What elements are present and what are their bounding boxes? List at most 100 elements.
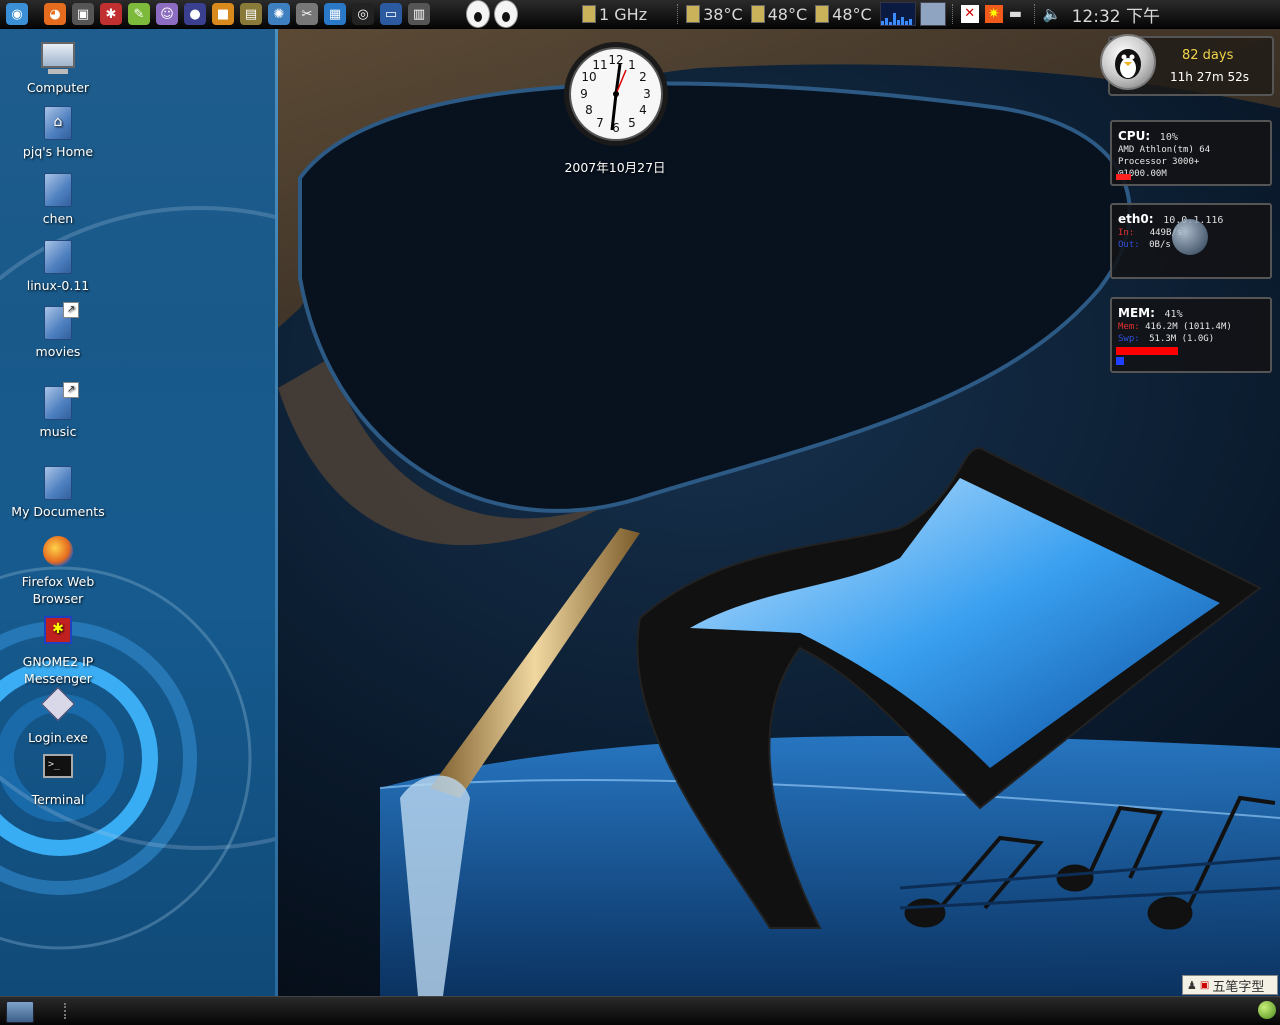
cpu-monitor: CPU: 10% AMD Athlon(tm) 64 Processor 300… xyxy=(1110,120,1272,186)
pidgin-icon[interactable]: ☺ xyxy=(156,3,178,25)
show-desktop-button[interactable] xyxy=(6,1001,34,1023)
home-folder-icon: ⌂ xyxy=(41,106,75,140)
svg-text:7: 7 xyxy=(596,116,604,130)
input-method-indicator[interactable]: ♟ ▣ 五笔字型 xyxy=(1182,975,1278,995)
panel-separator xyxy=(677,4,680,24)
svg-text:4: 4 xyxy=(639,103,647,117)
folder-icon xyxy=(41,173,75,207)
update-notifier-icon[interactable]: ✷ xyxy=(984,5,1003,23)
folder-icon xyxy=(41,240,75,274)
system-monitor-graph[interactable] xyxy=(879,2,916,26)
desktop-icon-pjq-s-home[interactable]: ⌂ pjq's Home xyxy=(6,106,110,160)
desktop-icon-my-documents[interactable]: My Documents xyxy=(6,466,110,520)
desktop-icon-label: music xyxy=(39,424,77,439)
cpu-model-line2: Processor 3000+ xyxy=(1118,157,1200,167)
desktop-icon-chen[interactable]: chen xyxy=(6,173,110,227)
net-out-value: 0B/s xyxy=(1149,240,1171,250)
close-tray-icon[interactable]: ✕ xyxy=(960,5,979,23)
desktop-icon-movies[interactable]: ↗ movies xyxy=(6,302,110,360)
desktop-icon-computer[interactable]: Computer xyxy=(6,40,110,96)
net-label: eth0: xyxy=(1118,212,1154,226)
swap-value: 51.3M (1.0G) xyxy=(1149,334,1215,344)
mem-usage-bar xyxy=(1116,347,1266,355)
svg-text:1: 1 xyxy=(628,58,636,72)
desktop-icon-music[interactable]: ↗ music xyxy=(6,382,110,440)
desktop-icon-label: My Documents xyxy=(11,504,105,519)
globe-icon xyxy=(1172,219,1208,255)
folder-link-icon: ↗ xyxy=(41,302,79,340)
firefox-icon[interactable]: ◕ xyxy=(44,3,66,25)
panel-handle[interactable] xyxy=(64,1003,70,1019)
svg-text:8: 8 xyxy=(585,103,593,117)
net-out-label: Out: xyxy=(1118,240,1140,250)
svg-text:11: 11 xyxy=(592,58,607,72)
desktop-icon-label: GNOME2 IP Messenger xyxy=(22,654,94,686)
svg-text:3: 3 xyxy=(643,87,651,101)
swap-label: Swp: xyxy=(1118,334,1140,344)
svg-text:9: 9 xyxy=(580,87,588,101)
bottom-panel xyxy=(0,996,1280,1025)
clock-face: 12 12 345 678 91011 xyxy=(564,42,668,146)
cpu-chip-icon xyxy=(582,5,596,23)
desktop-icon-terminal[interactable]: >_ Terminal xyxy=(6,750,110,808)
temp-2: 48°C xyxy=(767,4,808,24)
temp-3: 48°C xyxy=(832,4,872,24)
clock-date: 2007年10月27日 xyxy=(564,160,666,175)
cpu-freq-applet[interactable]: 1 GHz xyxy=(582,5,647,24)
desktop-icon-label: chen xyxy=(42,211,74,226)
terminal-icon[interactable]: ▣ xyxy=(72,3,94,25)
mem-label: MEM: xyxy=(1118,306,1155,320)
desktop-icon-firefox-web-browser[interactable]: Firefox Web Browser xyxy=(6,536,110,607)
trash-icon[interactable] xyxy=(1258,1001,1276,1019)
net-in-label: In: xyxy=(1118,228,1135,238)
network-icon[interactable]: ▥ xyxy=(408,3,430,25)
swap-usage-bar xyxy=(1116,357,1124,365)
top-panel: ◉ ◕ ▣ ✱ ✎ ☺ ● ■ ▤ ✺ ✂ ▦ ◎ ▭ ▥ 1 GHz 38°C 48°C 48°C ✕ ✷… xyxy=(0,0,1280,29)
paint-icon[interactable]: ✎ xyxy=(128,3,150,25)
desktop-icon-login-exe[interactable]: Login.exe xyxy=(6,686,110,746)
settings-icon[interactable]: ✺ xyxy=(268,3,290,25)
temperature-applet[interactable]: 38°C 48°C 48°C xyxy=(686,5,872,24)
right-eye-icon xyxy=(494,0,518,28)
main-menu-icon[interactable]: ◉ xyxy=(6,3,28,25)
camera-icon[interactable]: ◎ xyxy=(352,3,374,25)
cpu-value: 10% xyxy=(1159,132,1178,143)
panel-clock[interactable]: 12:32 下午 xyxy=(1072,2,1160,27)
monitor-icon[interactable]: ▦ xyxy=(324,3,346,25)
temp-chip-icon xyxy=(686,5,701,23)
eclipse-icon[interactable]: ● xyxy=(184,3,206,25)
input-method-name: 五笔字型 xyxy=(1212,979,1265,995)
desktop-icon-label: Firefox Web Browser xyxy=(21,574,95,606)
package-icon[interactable]: ■ xyxy=(212,3,234,25)
xeyes-applet[interactable] xyxy=(466,0,522,28)
desktop-icon-label: linux-0.11 xyxy=(26,278,90,293)
mem-value: 41% xyxy=(1164,309,1183,320)
volume-icon[interactable]: 🔈 xyxy=(1043,5,1062,23)
svg-text:2: 2 xyxy=(639,70,647,84)
launcher-bar: ◉ ◕ ▣ ✱ ✎ ☺ ● ■ ▤ ✺ ✂ ▦ ◎ ▭ ▥ xyxy=(0,3,436,25)
analog-clock-widget[interactable]: 12 1 2 345 678 9 10 11 xyxy=(562,40,670,152)
desktop-icon-label: Login.exe xyxy=(28,730,88,745)
desktop-icon-label: Computer xyxy=(26,80,90,95)
desktop-icon-label: movies xyxy=(35,344,81,359)
player-icon[interactable]: ▭ xyxy=(380,3,402,25)
keyboard-icon[interactable]: ▬ xyxy=(1009,6,1022,22)
temp-chip-icon xyxy=(750,5,765,23)
desktop-icon-label: pjq's Home xyxy=(22,144,94,159)
mem-used-label: Mem: xyxy=(1118,322,1140,332)
books-icon[interactable]: ▤ xyxy=(240,3,262,25)
left-eye-icon xyxy=(466,0,490,28)
panel-separator xyxy=(951,4,955,24)
uptime-days: 82 days xyxy=(1182,48,1234,63)
gimp-icon[interactable]: ✂ xyxy=(296,3,318,25)
cpu-model-line1: AMD Athlon(tm) 64 xyxy=(1118,145,1211,155)
workspace-switcher-icon[interactable] xyxy=(919,2,946,26)
desktop-icon-linux-0-11[interactable]: linux-0.11 xyxy=(6,240,110,294)
desktop-icon-gnome2-ip-messenger[interactable]: ✱ GNOME2 IP Messenger xyxy=(6,612,110,687)
network-monitor: eth0: 10.0.1.116 In: 449B/s Out: 0B/s xyxy=(1110,203,1272,279)
memory-monitor: MEM: 41% Mem: 416.2M (1011.4M) Swp: 51.3… xyxy=(1110,297,1272,373)
temp-1: 38°C xyxy=(703,4,743,24)
cpu-usage-bar xyxy=(1116,174,1266,180)
ipmsg-icon[interactable]: ✱ xyxy=(100,3,122,25)
penguin-small-icon: ♟ xyxy=(1187,978,1197,992)
